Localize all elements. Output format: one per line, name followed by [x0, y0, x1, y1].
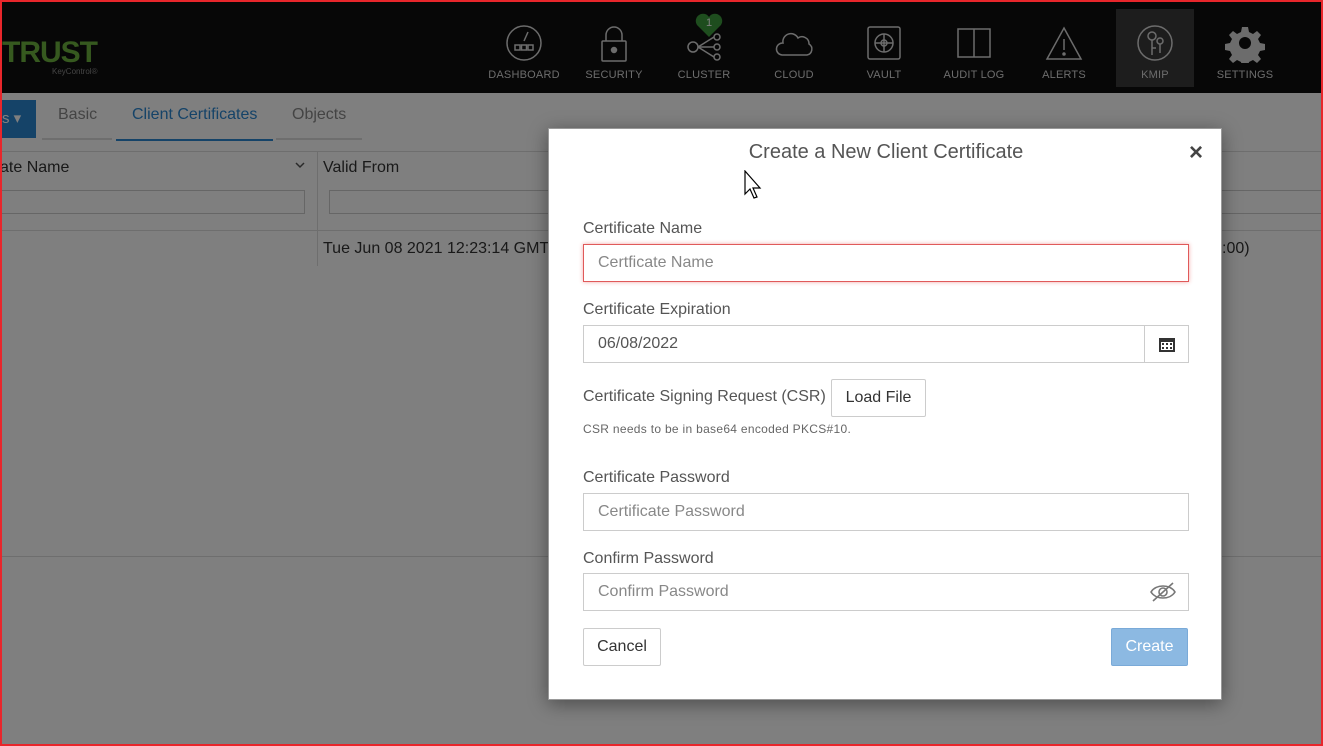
cancel-button[interactable]: Cancel [583, 628, 661, 666]
close-icon[interactable]: × [1185, 141, 1207, 165]
create-client-certificate-modal: Create a New Client Certificate × Certif… [548, 128, 1222, 700]
create-button[interactable]: Create [1111, 628, 1188, 666]
modal-title: Create a New Client Certificate [748, 141, 1024, 163]
certificate-name-label: Certificate Name [583, 220, 703, 237]
eye-slash-icon[interactable] [1149, 581, 1177, 603]
confirm-password-label: Confirm Password [583, 550, 714, 567]
certificate-expiration-input[interactable] [583, 325, 1145, 363]
csr-label: Certificate Signing Request (CSR) [583, 388, 826, 405]
certificate-expiration-label: Certificate Expiration [583, 301, 731, 318]
mouse-pointer-icon [744, 170, 762, 199]
calendar-button[interactable] [1144, 325, 1189, 363]
calendar-icon [1159, 338, 1175, 352]
certificate-password-input[interactable] [583, 493, 1189, 531]
csr-help-text: CSR needs to be in base64 encoded PKCS#1… [583, 422, 852, 436]
certificate-password-label: Certificate Password [583, 469, 730, 486]
load-file-button[interactable]: Load File [831, 379, 926, 417]
certificate-name-input[interactable] [583, 244, 1189, 282]
confirm-password-input[interactable] [583, 573, 1189, 611]
